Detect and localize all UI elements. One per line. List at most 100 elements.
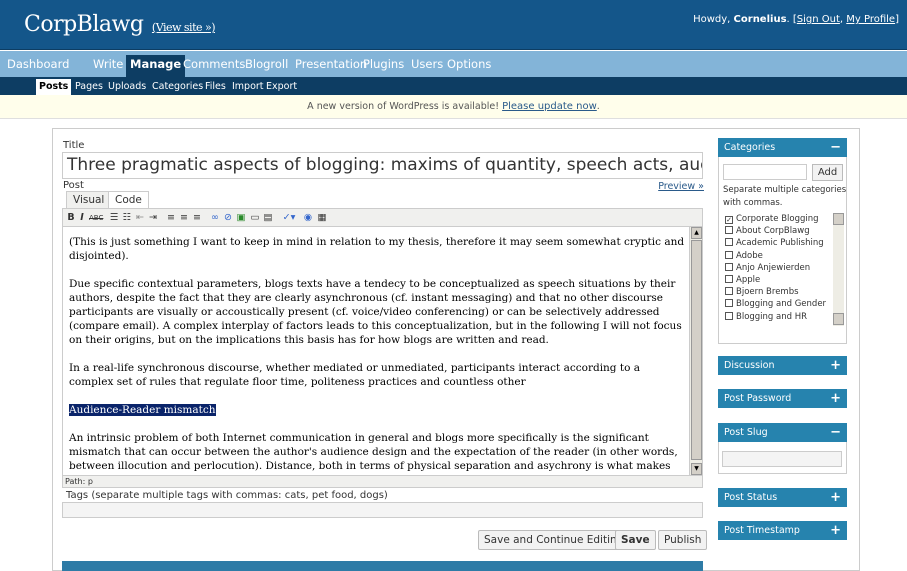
content-heading: Audience-Reader mismatch <box>69 403 685 417</box>
link-icon[interactable]: ∞ <box>210 211 220 225</box>
submenu-pages[interactable]: Pages <box>75 79 103 95</box>
align-right-icon[interactable]: ≡ <box>192 211 202 225</box>
checkbox-icon[interactable] <box>725 274 733 283</box>
menu-presentation[interactable]: Presentation <box>292 55 370 75</box>
strikethrough-icon[interactable]: ABC <box>89 211 103 225</box>
indent-icon[interactable]: ⇥ <box>148 211 158 225</box>
post-title-input[interactable]: Three pragmatic aspects of blogging: max… <box>62 152 703 179</box>
checkbox-icon[interactable] <box>725 311 733 320</box>
outdent-icon[interactable]: ⇤ <box>135 211 145 225</box>
submenu-export[interactable]: Export <box>266 79 297 95</box>
italic-icon[interactable]: I <box>78 211 86 225</box>
editor-content[interactable]: (This is just something I want to keep i… <box>69 235 685 475</box>
checkbox-icon[interactable] <box>725 262 733 271</box>
submenu-posts[interactable]: Posts <box>36 79 72 95</box>
preview-link[interactable]: Preview » <box>658 181 704 192</box>
category-item[interactable]: Academic Publishing <box>725 237 845 249</box>
more-icon[interactable]: ▭ <box>250 211 260 225</box>
post-password-box: Post Password + <box>718 389 847 408</box>
editor-scroll-thumb[interactable] <box>691 240 702 460</box>
collapse-icon[interactable]: − <box>830 423 841 442</box>
checkbox-icon[interactable] <box>725 226 733 235</box>
category-item[interactable]: ✓ Corporate Blogging <box>725 213 845 225</box>
align-center-icon[interactable]: ≡ <box>179 211 189 225</box>
save-button[interactable]: Save <box>615 530 656 550</box>
menu-plugins[interactable]: Plugins <box>360 55 407 75</box>
post-content-editor[interactable]: (This is just something I want to keep i… <box>62 227 703 476</box>
post-timestamp-header[interactable]: Post Timestamp + <box>718 521 847 540</box>
checkbox-icon[interactable] <box>725 287 733 296</box>
category-item[interactable]: Adobe <box>725 250 845 262</box>
submenu-categories[interactable]: Categories <box>152 79 203 95</box>
scroll-down-icon[interactable] <box>833 313 844 325</box>
bold-icon[interactable]: B <box>67 211 75 225</box>
post-status-box: Post Status + <box>718 488 847 507</box>
submenu-uploads[interactable]: Uploads <box>108 79 146 95</box>
toolbar-toggle-icon[interactable]: ▦ <box>317 211 327 225</box>
editor-scrollbar[interactable]: ▲ ▼ <box>689 227 702 475</box>
post-timestamp-box: Post Timestamp + <box>718 521 847 540</box>
checkbox-icon[interactable] <box>725 238 733 247</box>
my-profile-link[interactable]: My Profile <box>846 14 895 25</box>
tags-input[interactable] <box>62 502 703 518</box>
title-label: Title <box>63 140 85 151</box>
menu-write[interactable]: Write <box>90 55 126 75</box>
expand-icon[interactable]: + <box>830 521 841 540</box>
menu-dashboard[interactable]: Dashboard <box>4 55 72 75</box>
upload-box-header <box>62 561 703 571</box>
new-category-input[interactable] <box>723 164 807 180</box>
tab-visual[interactable]: Visual <box>66 191 112 208</box>
category-item[interactable]: Apple <box>725 274 845 286</box>
category-item[interactable]: Blogging and HR <box>725 311 845 323</box>
discussion-header[interactable]: Discussion + <box>718 356 847 375</box>
post-label: Post <box>63 180 84 191</box>
expand-icon[interactable]: + <box>830 389 841 408</box>
category-item[interactable]: About CorpBlawg <box>725 225 845 237</box>
publish-button[interactable]: Publish <box>658 530 708 550</box>
sub-menu: Posts Pages Uploads Categories Files Imp… <box>0 77 907 95</box>
category-item[interactable]: Blogging and Gender <box>725 298 845 310</box>
add-category-button[interactable]: Add <box>812 164 843 181</box>
blog-title[interactable]: CorpBlawg (View site ») <box>24 12 216 37</box>
scroll-up-icon[interactable]: ▲ <box>691 227 702 239</box>
category-item[interactable]: Anjo Anjewierden <box>725 262 845 274</box>
checkbox-checked-icon[interactable]: ✓ <box>725 216 733 224</box>
numbered-list-icon[interactable]: ☷ <box>122 211 132 225</box>
menu-options[interactable]: Options <box>444 55 494 75</box>
menu-manage[interactable]: Manage <box>126 55 186 77</box>
menu-users[interactable]: Users <box>408 55 446 75</box>
expand-icon[interactable]: + <box>830 488 841 507</box>
expand-icon[interactable]: + <box>830 356 841 375</box>
page-break-icon[interactable]: ▤ <box>263 211 273 225</box>
spellcheck-icon[interactable]: ✓▾ <box>281 211 297 225</box>
discussion-box: Discussion + <box>718 356 847 375</box>
category-item[interactable]: Bjoern Brembs <box>725 286 845 298</box>
checkbox-icon[interactable] <box>725 250 733 259</box>
submenu-files[interactable]: Files <box>205 79 226 95</box>
post-password-header[interactable]: Post Password + <box>718 389 847 408</box>
menu-blogroll[interactable]: Blogroll <box>242 55 291 75</box>
sign-out-link[interactable]: Sign Out <box>797 14 840 25</box>
post-slug-input[interactable] <box>722 451 842 467</box>
update-notice: A new version of WordPress is available!… <box>0 95 907 119</box>
scroll-up-icon[interactable] <box>833 213 844 225</box>
save-continue-button[interactable]: Save and Continue Editing <box>478 530 630 550</box>
image-icon[interactable]: ▣ <box>236 211 246 225</box>
categories-header[interactable]: Categories − <box>718 138 847 157</box>
post-status-header[interactable]: Post Status + <box>718 488 847 507</box>
category-scrollbar[interactable] <box>833 213 844 326</box>
unlink-icon[interactable]: ⊘ <box>223 211 233 225</box>
editor-path: Path: p <box>62 476 703 488</box>
scroll-down-icon[interactable]: ▼ <box>691 463 702 475</box>
menu-comments[interactable]: Comments <box>180 55 248 75</box>
align-left-icon[interactable]: ≡ <box>166 211 176 225</box>
view-site-link[interactable]: (View site ») <box>152 21 216 34</box>
help-icon[interactable]: ◉ <box>303 211 313 225</box>
bullet-list-icon[interactable]: ☰ <box>109 211 119 225</box>
collapse-icon[interactable]: − <box>830 138 841 157</box>
tab-code[interactable]: Code <box>108 191 149 208</box>
update-now-link[interactable]: Please update now <box>502 101 597 112</box>
submenu-import[interactable]: Import <box>232 79 264 95</box>
checkbox-icon[interactable] <box>725 299 733 308</box>
post-slug-header[interactable]: Post Slug − <box>718 423 847 442</box>
